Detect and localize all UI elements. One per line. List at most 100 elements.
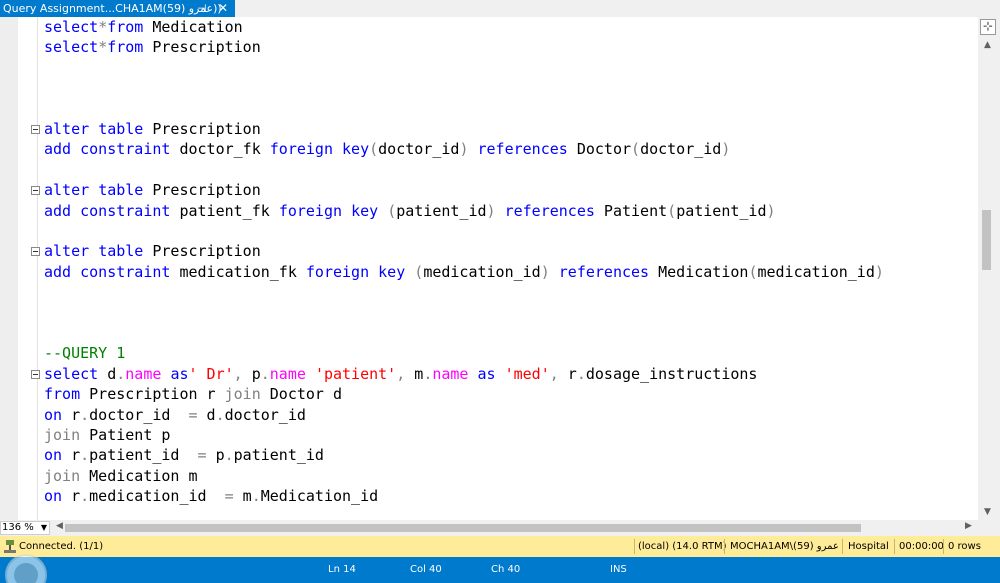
code-token: .	[260, 364, 270, 383]
code-token: Prescription	[143, 181, 261, 200]
code-token: (	[667, 201, 677, 220]
code-token: add	[44, 262, 72, 281]
collapse-icon[interactable]	[31, 247, 40, 257]
code-token: r	[62, 405, 81, 424]
ide-status-bar: Ln 14 Col 40 Ch 40 INS	[0, 557, 1000, 583]
close-icon[interactable]: ✕	[218, 0, 228, 17]
horizontal-scrollbar-row: 136 % ▼ ◀ ▶	[0, 520, 1000, 536]
code-token: references	[504, 201, 595, 220]
code-line: add constraint patient_fk foreign key (p…	[44, 201, 776, 221]
code-token: *	[98, 38, 108, 57]
code-token: patient_fk	[170, 201, 279, 220]
scroll-down-icon[interactable]: ▼	[984, 507, 991, 517]
outline-margin	[37, 17, 38, 520]
code-token: join	[44, 466, 81, 485]
divider	[894, 539, 895, 554]
code-token: medication_id	[89, 487, 225, 506]
tab-title: Query Assignment...CHA1AM(59) عمرو))	[3, 2, 222, 15]
code-token: name	[125, 364, 162, 383]
code-token: =	[224, 487, 234, 506]
zoom-dropdown[interactable]: 136 % ▼	[0, 521, 50, 535]
divider	[634, 539, 635, 554]
code-line: join Medication m	[44, 466, 198, 486]
code-token: Patient	[594, 201, 668, 220]
code-token: =	[197, 446, 207, 465]
code-token: patient_id	[676, 201, 767, 220]
pin-icon[interactable]: ⊣	[197, 0, 207, 17]
code-token: Patient p	[80, 426, 171, 444]
collapse-icon[interactable]	[31, 369, 40, 379]
code-token: )	[766, 201, 776, 220]
code-line: select d.name as' Dr', p.name 'patient',…	[44, 364, 757, 384]
code-token: name	[432, 364, 469, 383]
code-token: foreign	[269, 140, 333, 159]
code-token: table	[98, 242, 144, 261]
code-token: references	[558, 262, 650, 281]
code-token: ,	[396, 364, 406, 383]
collapse-icon[interactable]	[31, 125, 40, 134]
code-token: key	[378, 262, 406, 281]
code-token: Prescription r	[80, 385, 225, 404]
code-token: foreign	[305, 262, 370, 281]
code-token: key	[351, 201, 379, 220]
query-tab[interactable]: Query Assignment...CHA1AM(59) عمرو)) ⊣ ✕	[0, 0, 235, 17]
vertical-scrollbar[interactable]: ⊹ ▲ ▼	[978, 17, 1000, 520]
code-token: on	[44, 446, 63, 465]
line-number: Ln 14	[328, 564, 356, 575]
code-token: p	[242, 364, 261, 383]
code-line: from Prescription r join Doctor d	[44, 384, 342, 404]
code-token: doctor_id	[640, 140, 722, 159]
code-token: Prescription	[143, 120, 261, 138]
code-token: .	[423, 364, 433, 383]
code-token: .	[251, 487, 261, 506]
code-token: r	[62, 446, 81, 465]
code-token: join	[224, 385, 261, 404]
code-line: alter table Prescription	[44, 180, 261, 200]
zoom-value: 136 %	[2, 522, 34, 533]
code-token: ,	[549, 364, 559, 383]
code-token: (	[414, 262, 424, 281]
divider	[842, 539, 843, 554]
code-token: m	[233, 487, 252, 506]
column-number: Col 40	[410, 564, 442, 575]
code-token: )	[721, 140, 731, 159]
code-token: (	[387, 201, 397, 220]
code-line: on r.medication_id = m.Medication_id	[44, 486, 378, 506]
code-token: key	[342, 140, 370, 159]
code-editor[interactable]: select*from Medication select*from Prescr…	[0, 17, 978, 520]
code-token: add	[44, 201, 72, 220]
code-token: from	[44, 385, 81, 404]
code-token: as	[477, 364, 496, 383]
scroll-up-icon[interactable]: ▲	[984, 40, 991, 50]
scroll-left-icon[interactable]: ◀	[56, 521, 63, 531]
code-line: alter table Prescription	[44, 241, 261, 261]
code-token: Medication_id	[260, 487, 379, 506]
server-info: (local) (14.0 RTM)	[638, 541, 727, 552]
code-line: select*from Prescription	[44, 37, 261, 57]
horizontal-scroll-thumb[interactable]	[65, 524, 861, 532]
code-token: .	[80, 487, 90, 506]
code-token: r	[62, 487, 81, 506]
collapse-icon[interactable]	[31, 186, 40, 196]
vertical-scroll-thumb[interactable]	[982, 210, 991, 270]
split-editor-icon[interactable]: ⊹	[980, 19, 996, 35]
code-token: r	[558, 364, 577, 383]
code-token: select	[44, 364, 99, 383]
code-token: Medication m	[80, 466, 198, 485]
row-count: 0 rows	[948, 541, 981, 552]
code-token: patient_id	[233, 446, 324, 465]
chevron-down-icon: ▼	[40, 523, 47, 532]
code-token: patient_id	[89, 446, 198, 465]
code-token: patient_id	[396, 201, 487, 220]
code-token: table	[98, 181, 144, 200]
scroll-right-icon[interactable]: ▶	[965, 521, 972, 531]
code-token: --QUERY 1	[44, 344, 126, 363]
